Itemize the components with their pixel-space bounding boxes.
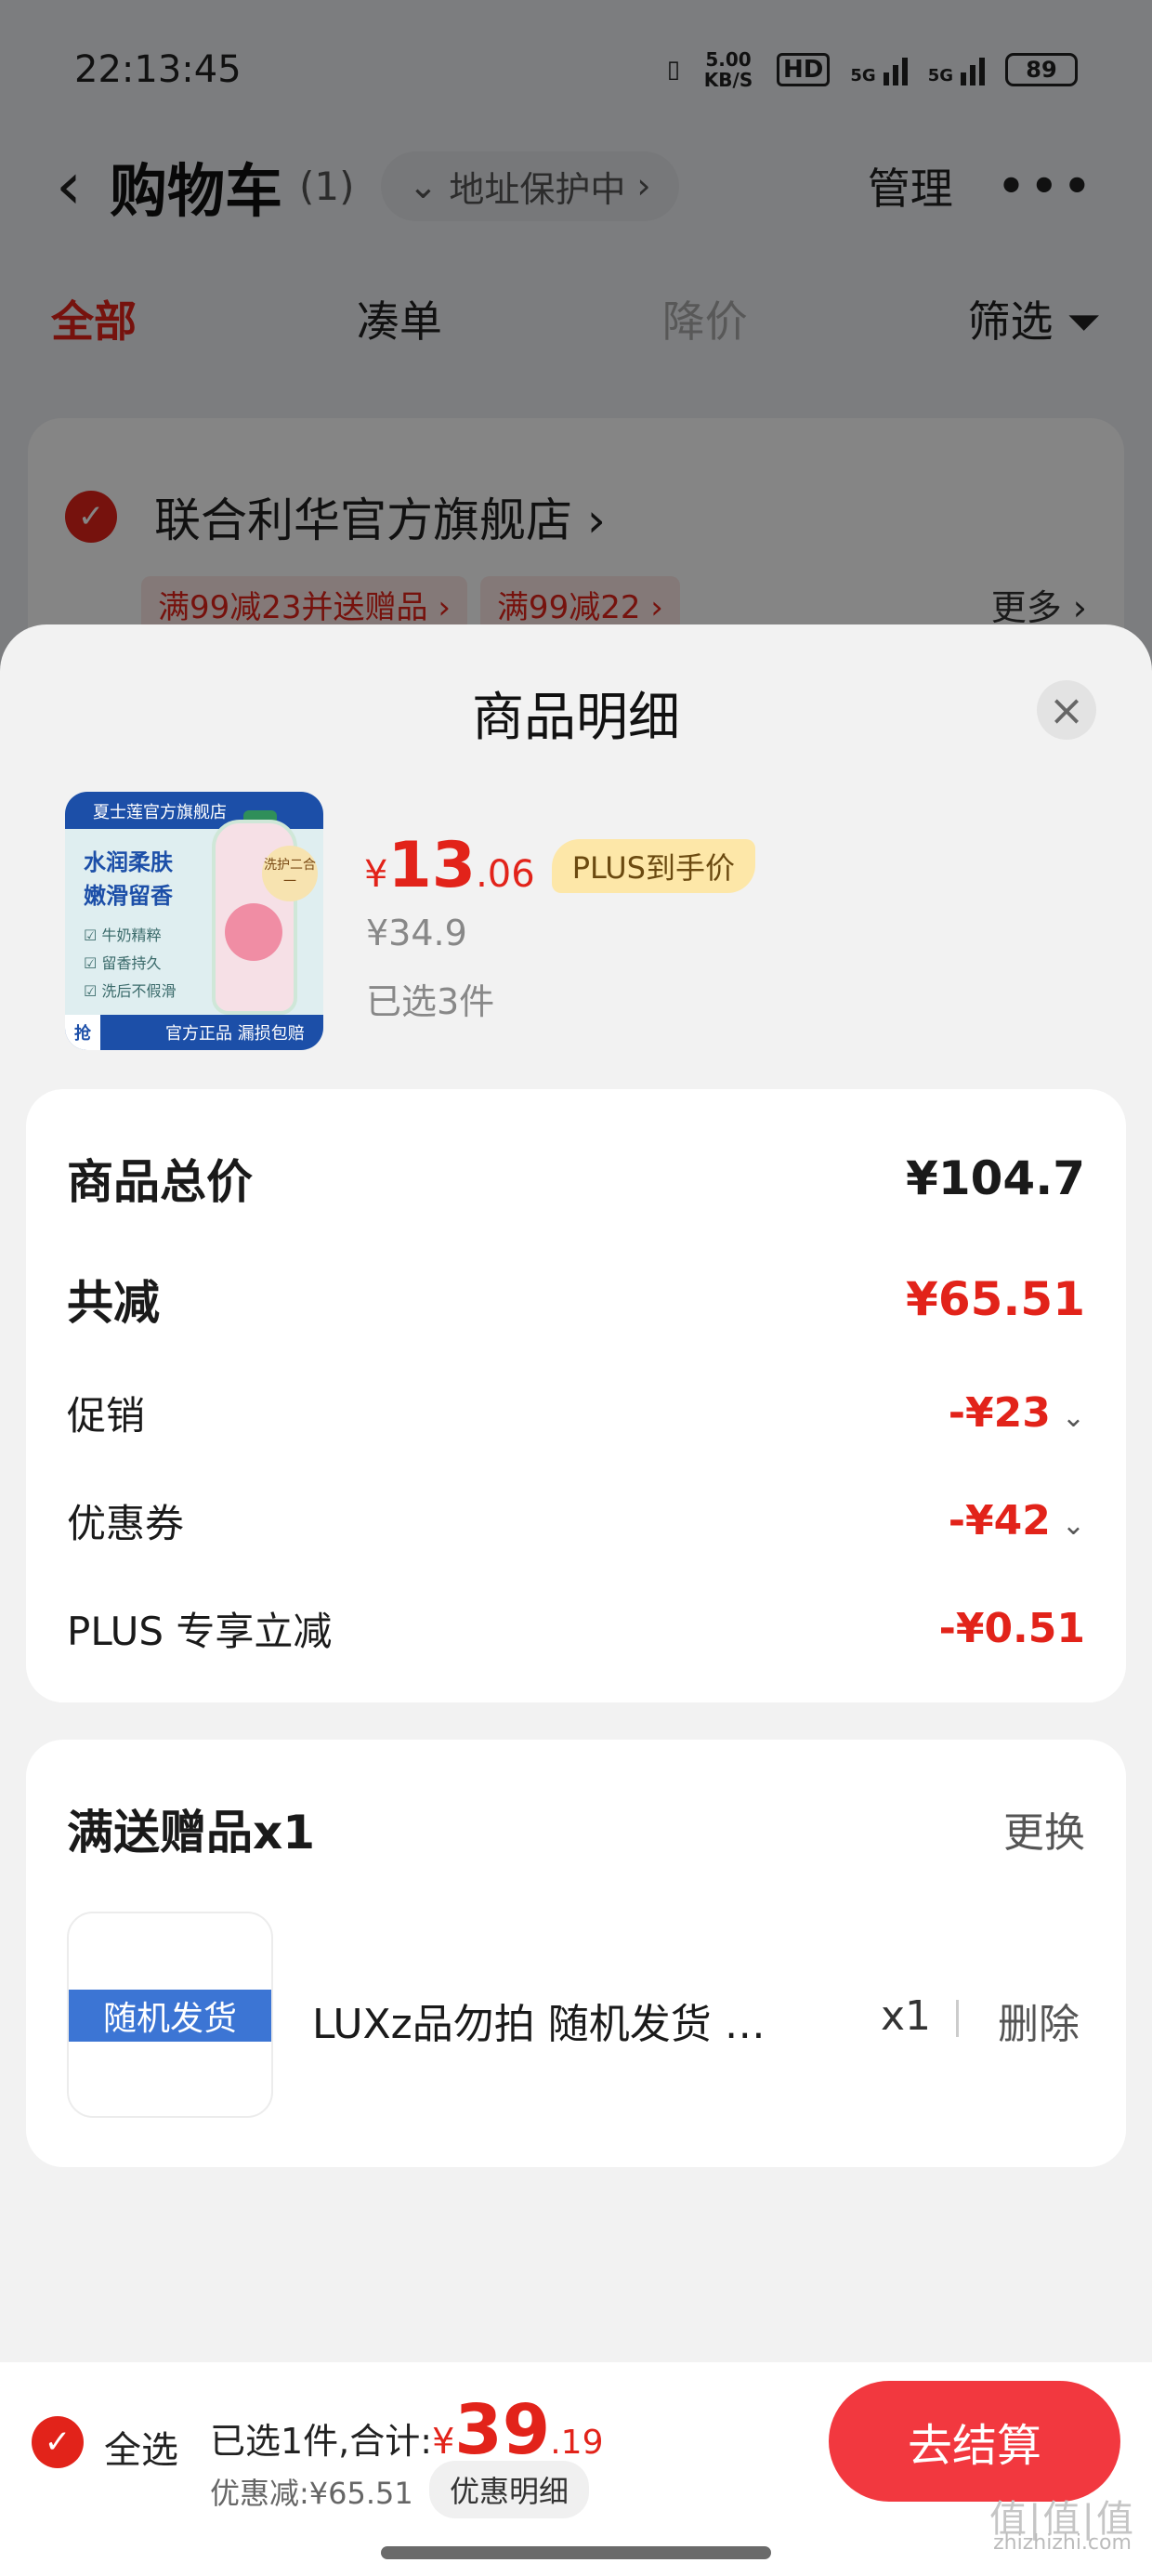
watermark-logo: 值|值|值: [989, 2498, 1135, 2541]
discount-detail-button[interactable]: 优惠明细: [429, 2461, 590, 2518]
total-price-label: 商品总价: [67, 1155, 253, 1209]
discount-summary: 优惠减:¥65.51: [210, 2476, 413, 2511]
promotion-row[interactable]: 促销 -¥23 ⌄: [67, 1385, 1085, 1441]
home-indicator[interactable]: [381, 2546, 771, 2559]
gift-image-label: 随机发货: [69, 1990, 271, 2042]
coupon-label: 优惠券: [67, 1501, 185, 1546]
total-int: 39: [454, 2390, 551, 2470]
image-bullets: ☑ 牛奶精粹 ☑ 留香持久 ☑ 洗后不假滑: [84, 927, 177, 1000]
total-price-value: ¥104.7: [906, 1151, 1085, 1205]
total-reduction-row: 共减 ¥65.51: [67, 1266, 1085, 1333]
price-breakdown-card: 商品总价 ¥104.7 共减 ¥65.51 促销 -¥23 ⌄ 优惠券 -¥42 ⌄…: [26, 1089, 1126, 1702]
original-price: ¥34.9: [366, 913, 467, 953]
detail-sheet: 商品明细 × 夏士莲官方旗舰店 水润柔肤 嫩滑留香 ☑ 牛奶精粹 ☑ 留香持久 …: [0, 624, 1152, 2362]
gift-quantity: x1: [880, 1992, 931, 2040]
gift-image: 随机发货: [67, 1912, 273, 2118]
select-all-checkbox[interactable]: ✓: [32, 2416, 84, 2468]
summary-text: 已选1件,合计:: [210, 2421, 433, 2462]
gift-card: 满送赠品x1 更换 随机发货 LUXz品勿拍 随机发货 … x1 删除: [26, 1740, 1126, 2167]
total-reduction-value: ¥65.51: [906, 1272, 1085, 1326]
sheet-title: 商品明细: [472, 688, 680, 748]
image-banner-bottom: 抢 官方正品 漏损包赔: [65, 1015, 323, 1050]
change-gift-button[interactable]: 更换: [1003, 1799, 1085, 1859]
grab-label: 抢: [65, 1015, 100, 1050]
total-dec: .19: [550, 2424, 604, 2462]
select-all-label[interactable]: 全选: [104, 2420, 178, 2474]
delete-gift-button[interactable]: 删除: [998, 1991, 1080, 2050]
selected-quantity: 已选3件: [366, 981, 495, 1022]
product-summary: 夏士莲官方旗舰店 水润柔肤 嫩滑留香 ☑ 牛奶精粹 ☑ 留香持久 ☑ 洗后不假滑…: [65, 792, 1087, 1052]
checkout-button[interactable]: 去结算: [829, 2381, 1120, 2502]
image-badge: 洗护二合一: [262, 846, 318, 901]
watermark: 值|值|值 zhizhizhi.com: [989, 2498, 1135, 2556]
close-icon[interactable]: ×: [1037, 680, 1096, 740]
guarantee-label: 官方正品 漏损包赔: [165, 1024, 305, 1044]
gift-name: LUXz品勿拍 随机发货 …: [312, 2001, 766, 2048]
coupon-row[interactable]: 优惠券 -¥42 ⌄: [67, 1492, 1085, 1549]
product-image: 夏士莲官方旗舰店 水润柔肤 嫩滑留香 ☑ 牛奶精粹 ☑ 留香持久 ☑ 洗后不假滑…: [65, 792, 323, 1050]
total-price-row: 商品总价 ¥104.7: [67, 1145, 1085, 1212]
price-dec: .06: [476, 853, 535, 896]
watermark-url: zhizhizhi.com: [993, 2531, 1132, 2555]
order-total: 已选1件,合计: ¥ 39 .19: [210, 2390, 604, 2470]
promotion-value: -¥23: [948, 1389, 1051, 1437]
plus-price-badge: PLUS到手价: [551, 838, 755, 893]
divider: [956, 2000, 959, 2037]
coupon-value: -¥42: [948, 1497, 1051, 1544]
gift-title: 满送赠品x1: [67, 1806, 316, 1860]
price-yen: ¥: [364, 853, 388, 896]
image-slogan: 水润柔肤 嫩滑留香: [84, 849, 173, 909]
total-yen: ¥: [432, 2421, 455, 2462]
promotion-label: 促销: [67, 1393, 146, 1439]
total-reduction-label: 共减: [67, 1276, 160, 1330]
modal-overlay[interactable]: [0, 0, 1152, 706]
plus-discount-row: PLUS 专享立减 -¥0.51: [67, 1600, 1085, 1657]
plus-discount-value: -¥0.51: [938, 1605, 1085, 1652]
checkout-bar: ✓ 全选 已选1件,合计: ¥ 39 .19 优惠减:¥65.51 优惠明细 去…: [0, 2362, 1152, 2576]
chevron-down-icon[interactable]: ⌄: [1062, 1509, 1085, 1542]
chevron-down-icon[interactable]: ⌄: [1062, 1401, 1085, 1434]
plus-price: ¥ 13 .06 PLUS到手价: [364, 829, 755, 902]
price-int: 13: [387, 829, 477, 902]
plus-discount-label: PLUS 专享立减: [67, 1609, 333, 1654]
rose-icon: [225, 903, 282, 961]
